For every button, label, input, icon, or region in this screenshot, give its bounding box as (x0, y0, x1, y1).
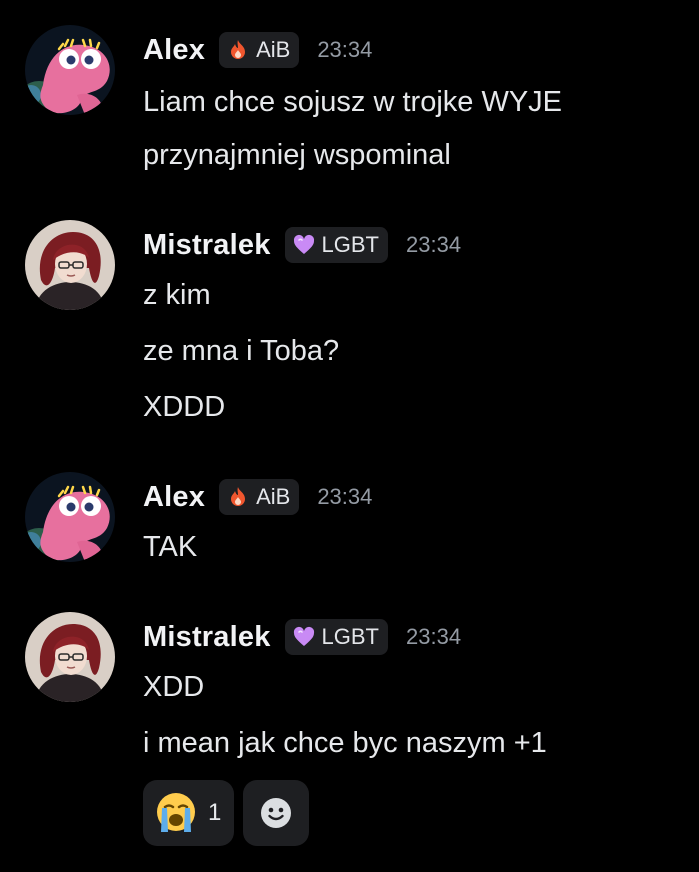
server-tag-badge[interactable]: LGBT (284, 619, 388, 655)
reactions-bar: 1 (143, 780, 310, 846)
flame-icon (231, 487, 246, 506)
flame-icon (231, 40, 246, 59)
loudly-crying-face-icon (157, 793, 195, 832)
server-tag-badge[interactable]: AiB (219, 479, 300, 515)
message-header: Alex AiB 23:34 (143, 30, 372, 70)
message-text: XDDD (143, 391, 226, 423)
message-timestamp[interactable]: 23:34 (406, 232, 461, 258)
message-text: Liam chce sojusz w trojke WYJE (143, 86, 563, 118)
avatar[interactable] (25, 612, 115, 702)
server-tag-badge[interactable]: AiB (219, 32, 300, 68)
red-haired-character-avatar-icon (25, 612, 115, 702)
server-tag-label: AiB (256, 37, 291, 62)
message-text: XDD (143, 671, 205, 703)
avatar[interactable] (25, 472, 115, 562)
heart-icon (293, 626, 314, 646)
server-tag-label: AiB (256, 484, 291, 509)
message-timestamp[interactable]: 23:34 (317, 37, 372, 63)
reaction-pill[interactable]: 1 (143, 780, 235, 846)
message-timestamp[interactable]: 23:34 (317, 484, 372, 510)
message-timestamp[interactable]: 23:34 (406, 624, 461, 650)
username[interactable]: Mistralek (143, 621, 271, 654)
red-haired-character-avatar-icon (25, 220, 115, 310)
server-tag-label: LGBT (321, 624, 379, 649)
username[interactable]: Alex (143, 481, 205, 514)
pink-creature-avatar-icon (25, 472, 115, 562)
heart-icon (293, 234, 314, 254)
message-text: przynajmniej wspominal (143, 139, 451, 171)
message-text: TAK (143, 531, 198, 563)
message-text: z kim (143, 279, 211, 311)
reaction-count: 1 (208, 799, 222, 826)
message-header: Alex AiB 23:34 (143, 477, 372, 517)
message-header: Mistralek LGBT 23:34 (143, 617, 461, 657)
server-tag-badge[interactable]: LGBT (284, 227, 388, 263)
server-tag-label: LGBT (321, 232, 379, 257)
message-header: Mistralek LGBT 23:34 (143, 225, 461, 265)
username[interactable]: Alex (143, 34, 205, 67)
message-text: i mean jak chce byc naszym +1 (143, 727, 547, 759)
message-text: ze mna i Toba? (143, 335, 340, 367)
smiley-add-reaction-icon (261, 798, 292, 828)
avatar[interactable] (25, 25, 115, 115)
pink-creature-avatar-icon (25, 25, 115, 115)
avatar[interactable] (25, 220, 115, 310)
username[interactable]: Mistralek (143, 229, 271, 262)
add-reaction-button[interactable] (243, 780, 310, 846)
